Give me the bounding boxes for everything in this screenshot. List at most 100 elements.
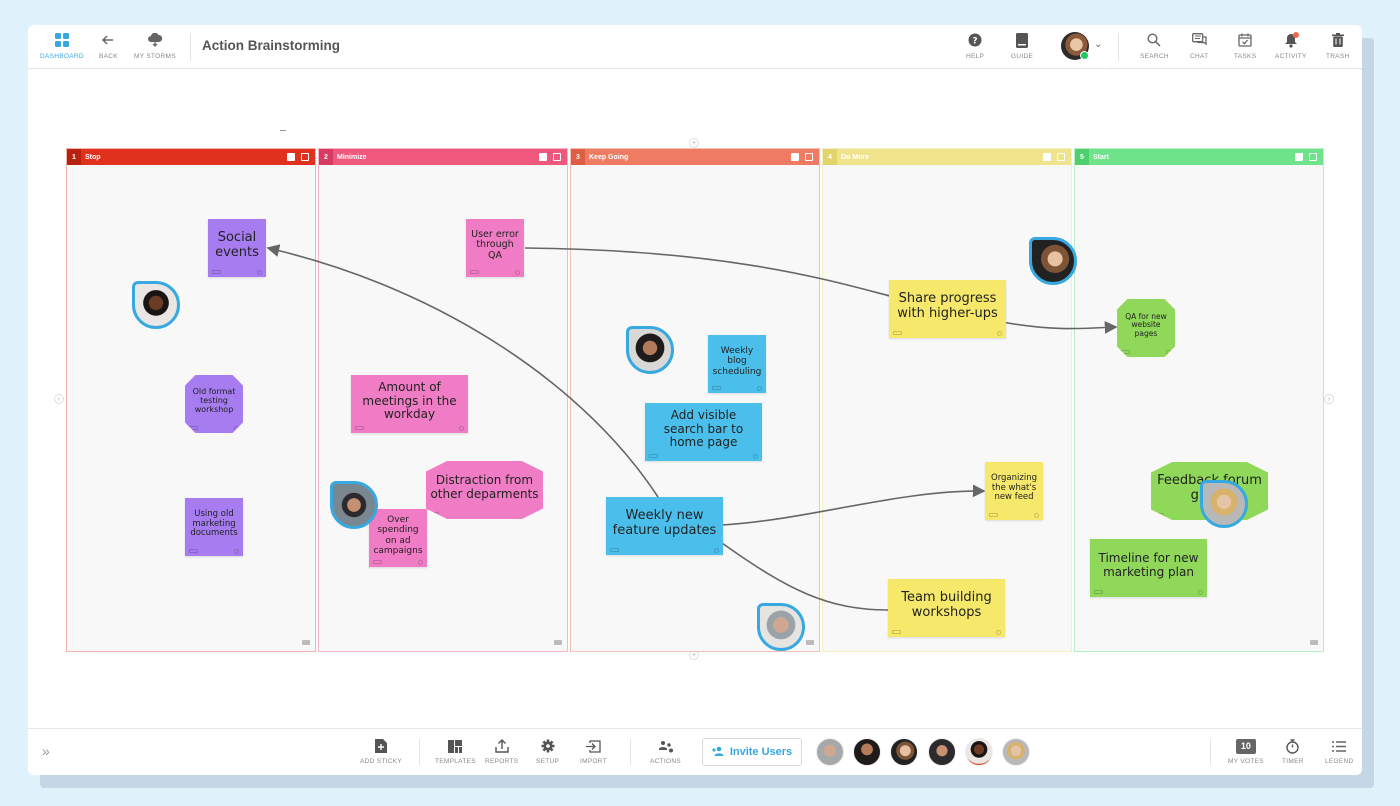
- column-corner-icon[interactable]: [302, 640, 310, 645]
- edit-icon[interactable]: [301, 153, 309, 161]
- sticky-weekly-blog-scheduling[interactable]: Weekly blog scheduling: [708, 335, 766, 393]
- canvas-mark: [280, 130, 286, 131]
- column-title[interactable]: Keep Going: [589, 154, 791, 161]
- actions-button[interactable]: ACTIONS: [650, 738, 681, 765]
- add-sticky-button[interactable]: ADD STICKY: [360, 738, 402, 765]
- sticky-organizing-whats-new-feed[interactable]: Organizing the what's new feed: [985, 462, 1043, 520]
- comment-icon[interactable]: [892, 630, 901, 634]
- column-title[interactable]: Do More: [841, 154, 1043, 161]
- sticky-using-old-marketing-documents[interactable]: Using old marketing documents: [185, 498, 243, 556]
- sticky-note-icon[interactable]: [287, 153, 295, 161]
- comment-icon[interactable]: [712, 386, 721, 390]
- back-button[interactable]: BACK: [99, 31, 118, 60]
- sticky-text: QA for new website pages: [1125, 311, 1167, 338]
- vote-icon[interactable]: [257, 270, 262, 275]
- legend-button[interactable]: LEGEND: [1325, 738, 1354, 765]
- app-window: DASHBOARD BACK MY STORMS Action Brainsto…: [28, 25, 1362, 775]
- column-title[interactable]: Minimize: [337, 154, 539, 161]
- timer-button[interactable]: TIMER: [1282, 738, 1304, 765]
- trash-button[interactable]: TRASH: [1326, 31, 1350, 60]
- book-icon: [1016, 31, 1029, 49]
- chevron-down-icon[interactable]: ⌄: [1094, 39, 1102, 50]
- sticky-qa-for-new-website-pages[interactable]: QA for new website pages: [1117, 299, 1175, 357]
- comment-icon[interactable]: [355, 426, 364, 430]
- import-button[interactable]: IMPORT: [580, 738, 607, 765]
- vote-icon[interactable]: [996, 630, 1001, 635]
- sticky-share-progress[interactable]: Share progress with higher-ups: [889, 280, 1006, 338]
- participant-avatar[interactable]: [853, 738, 881, 766]
- sticky-old-format-testing-workshop[interactable]: Old format testing workshop: [185, 375, 243, 433]
- chat-button[interactable]: CHAT: [1190, 31, 1208, 60]
- comment-icon[interactable]: [189, 549, 198, 553]
- column-title[interactable]: Start: [1093, 154, 1295, 161]
- sticky-social-events[interactable]: Social events: [208, 219, 266, 277]
- edit-icon[interactable]: [553, 153, 561, 161]
- comment-icon[interactable]: [989, 513, 998, 517]
- vote-icon[interactable]: [234, 549, 239, 554]
- vote-icon[interactable]: [515, 270, 520, 275]
- vote-icon[interactable]: [1034, 513, 1039, 518]
- sticky-timeline-for-new-marketing-plan[interactable]: Timeline for new marketing plan: [1090, 539, 1207, 597]
- reports-button[interactable]: REPORTS: [485, 738, 518, 765]
- vote-icon[interactable]: [757, 386, 762, 391]
- activity-label: ACTIVITY: [1275, 53, 1307, 60]
- vote-icon[interactable]: [714, 548, 719, 553]
- participant-avatar[interactable]: [965, 738, 993, 766]
- comment-icon[interactable]: [212, 270, 221, 274]
- sticky-amount-of-meetings[interactable]: Amount of meetings in the workday: [351, 375, 468, 433]
- column-number: 3: [571, 149, 585, 165]
- edit-icon[interactable]: [805, 153, 813, 161]
- edit-icon[interactable]: [1309, 153, 1317, 161]
- sticky-team-building-workshops[interactable]: Team building workshops: [888, 579, 1005, 637]
- sticky-add-visible-search-bar[interactable]: Add visible search bar to home page: [645, 403, 762, 461]
- comment-icon[interactable]: [610, 548, 619, 552]
- vote-icon[interactable]: [997, 331, 1002, 336]
- sticky-note-icon[interactable]: [791, 153, 799, 161]
- templates-icon: [448, 738, 463, 754]
- invite-users-button[interactable]: Invite Users: [702, 738, 802, 766]
- participant-avatar[interactable]: [816, 738, 844, 766]
- help-label: HELP: [966, 53, 985, 60]
- comment-icon[interactable]: [649, 454, 658, 458]
- dashboard-button[interactable]: DASHBOARD: [40, 31, 84, 60]
- sticky-weekly-new-feature-updates[interactable]: Weekly new feature updates: [606, 497, 723, 555]
- column-corner-icon[interactable]: [554, 640, 562, 645]
- sticky-note-icon[interactable]: [1043, 153, 1051, 161]
- comment-icon[interactable]: [470, 270, 479, 274]
- vote-icon[interactable]: [1198, 590, 1203, 595]
- column-number: 1: [67, 149, 81, 165]
- setup-button[interactable]: SETUP: [536, 738, 559, 765]
- comment-icon[interactable]: [373, 560, 382, 564]
- sticky-note-icon[interactable]: [1295, 153, 1303, 161]
- edit-icon[interactable]: [1057, 153, 1065, 161]
- right-expand-handle[interactable]: ›: [1324, 394, 1334, 404]
- help-button[interactable]: ? HELP: [966, 31, 984, 60]
- vote-icon[interactable]: [459, 426, 464, 431]
- templates-button[interactable]: TEMPLATES: [435, 738, 476, 765]
- tasks-button[interactable]: TASKS: [1234, 31, 1256, 60]
- my-storms-button[interactable]: MY STORMS: [134, 31, 176, 60]
- column-number: 2: [319, 149, 333, 165]
- sticky-over-spending-on-ad-campaigns[interactable]: Over spending on ad campaigns: [369, 509, 427, 567]
- column-corner-icon[interactable]: [806, 640, 814, 645]
- search-button[interactable]: SEARCH: [1140, 31, 1169, 60]
- comment-icon[interactable]: [1094, 590, 1103, 594]
- vote-icon[interactable]: [418, 560, 423, 565]
- sticky-note-icon[interactable]: [539, 153, 547, 161]
- participant-avatar[interactable]: [890, 738, 918, 766]
- vote-icon[interactable]: [753, 454, 758, 459]
- activity-button[interactable]: ACTIVITY: [1275, 31, 1307, 60]
- my-votes-button[interactable]: 10 MY VOTES: [1228, 738, 1264, 765]
- participant-avatar[interactable]: [928, 738, 956, 766]
- comment-icon[interactable]: [893, 331, 902, 335]
- left-expand-handle[interactable]: ‹: [54, 394, 64, 404]
- sticky-user-error-through-qa[interactable]: User error through QA: [466, 219, 524, 277]
- board-canvas[interactable]: + + ‹ › 1 Stop 2 Minimize 3 Keep Going 4…: [28, 70, 1362, 728]
- column-corner-icon[interactable]: [1310, 640, 1318, 645]
- sticky-distraction-from-other-departments[interactable]: Distraction from other deparments: [426, 461, 543, 519]
- guide-button[interactable]: GUIDE: [1011, 31, 1033, 60]
- column-title[interactable]: Stop: [85, 154, 287, 161]
- top-expand-handle[interactable]: +: [689, 138, 699, 148]
- participant-avatar[interactable]: [1002, 738, 1030, 766]
- expand-sidebar-icon[interactable]: »: [42, 743, 50, 759]
